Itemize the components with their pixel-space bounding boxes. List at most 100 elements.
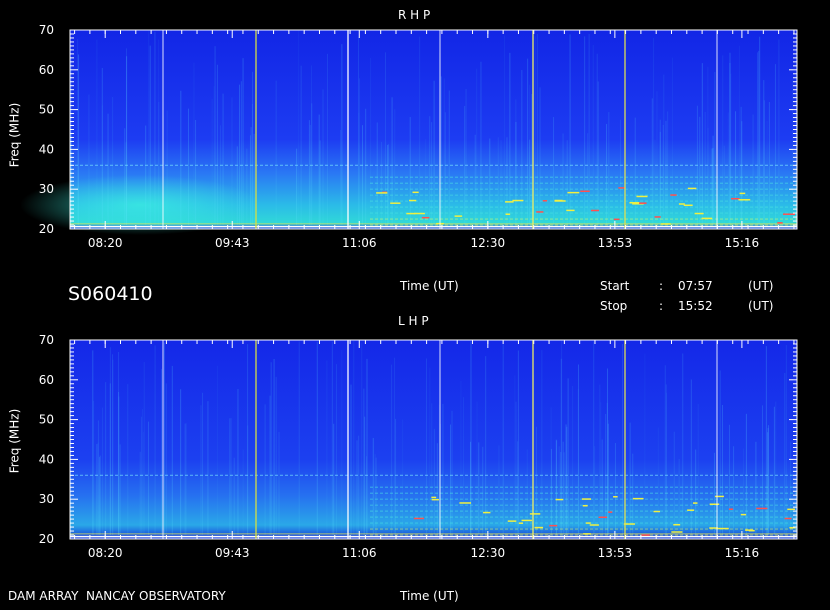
x-tick-label: 13:53 <box>598 546 633 560</box>
emission-spot <box>518 522 524 524</box>
y-tick-label: 70 <box>39 23 54 37</box>
x-tick-label: 12:30 <box>471 546 506 560</box>
emission-spot <box>566 209 575 212</box>
footer-credit: DAM ARRAY NANCAY OBSERVATORY <box>8 589 226 603</box>
emission-spot <box>654 216 661 218</box>
emission-spot <box>529 513 541 515</box>
emission-spot <box>738 199 751 201</box>
emission-spot <box>715 495 724 498</box>
emission-spot <box>591 209 600 212</box>
y-tick-label: 30 <box>39 492 54 506</box>
emission-spot <box>731 197 740 200</box>
emission-spot <box>687 509 695 511</box>
start-label: Start <box>600 279 630 293</box>
emission-spot <box>598 516 608 519</box>
emission-spot <box>632 497 644 500</box>
emission-spot <box>783 213 795 215</box>
emission-spot <box>512 199 524 202</box>
stop-time: 15:52 <box>678 299 713 313</box>
x-tick-label: 08:20 <box>88 236 123 250</box>
y-tick-label: 20 <box>39 222 54 236</box>
emission-spot <box>581 498 592 500</box>
rhp-xlabel: Time (UT) <box>400 279 459 293</box>
emission-spot <box>784 517 792 520</box>
emission-spot <box>717 527 729 530</box>
x-tick-label: 08:20 <box>88 546 123 560</box>
emission-spot <box>661 223 671 225</box>
emission-spot <box>777 222 783 224</box>
emission-spot <box>745 529 754 531</box>
stop-separator: : <box>659 299 664 313</box>
y-tick-label: 60 <box>39 373 54 387</box>
emission-spot <box>542 200 548 202</box>
start-separator: : <box>659 279 664 293</box>
emission-spot <box>580 190 590 193</box>
emission-spot <box>701 217 713 220</box>
emission-spot <box>555 498 564 501</box>
lhp-heatmap <box>70 340 797 539</box>
emission-spot <box>583 533 591 535</box>
emission-spot <box>376 192 388 194</box>
x-tick-label: 12:30 <box>471 236 506 250</box>
emission-spot <box>414 212 425 215</box>
emission-spot <box>589 524 599 526</box>
emission-spot <box>709 503 720 505</box>
emission-spot <box>483 511 491 514</box>
emission-spot <box>670 194 677 196</box>
emission-spot <box>549 524 558 527</box>
emission-spot <box>687 187 697 190</box>
lhp-ylabel: Freq (MHz) <box>7 408 22 474</box>
emission-spot <box>585 522 591 524</box>
x-tick-label: 11:06 <box>342 236 377 250</box>
emission-spot <box>567 191 580 194</box>
stop-unit: (UT) <box>748 299 774 313</box>
y-tick-label: 50 <box>39 103 54 117</box>
emission-spot <box>390 202 401 204</box>
emission-spot <box>683 204 693 207</box>
emission-spot <box>608 511 613 513</box>
emission-spot <box>618 187 625 189</box>
emission-spot <box>629 202 640 204</box>
emission-spot <box>639 202 647 204</box>
y-tick-label: 40 <box>39 142 54 156</box>
emission-spot <box>740 513 747 516</box>
x-tick-label: 13:53 <box>598 236 633 250</box>
emission-spot <box>756 507 768 510</box>
emission-spot <box>521 519 532 522</box>
emission-spot <box>431 496 437 499</box>
emission-spot <box>454 215 463 217</box>
observation-id: S060410 <box>68 283 153 305</box>
start-time: 07:57 <box>678 279 713 293</box>
x-tick-label: 11:06 <box>342 546 377 560</box>
y-tick-label: 30 <box>39 182 54 196</box>
emission-spot <box>728 508 734 510</box>
lhp-title: L H P <box>398 314 429 328</box>
y-tick-label: 60 <box>39 63 54 77</box>
emission-spot <box>613 218 620 221</box>
emission-spot <box>653 510 661 513</box>
emission-spot <box>421 216 430 219</box>
emission-spot <box>671 531 683 533</box>
start-unit: (UT) <box>748 279 774 293</box>
emission-spot <box>739 192 746 195</box>
y-tick-label: 70 <box>39 333 54 347</box>
emission-spot <box>431 498 439 501</box>
emission-spot <box>673 523 681 526</box>
emission-spot <box>536 211 544 213</box>
emission-spot <box>636 195 648 198</box>
emission-spot <box>694 212 704 215</box>
emission-spot <box>412 191 419 194</box>
emission-spot <box>413 517 424 520</box>
emission-spot <box>641 534 650 536</box>
rhp-title: R H P <box>398 8 431 22</box>
emission-spot <box>459 502 472 504</box>
emission-spot <box>505 213 511 215</box>
x-tick-label: 09:43 <box>215 236 250 250</box>
emission-spot <box>505 201 514 203</box>
rhp-panel: 20 30 40 50 60 70 08:20 09:43 11:06 12:30 13:53 15:… <box>20 23 798 250</box>
emission-spot <box>406 212 416 215</box>
emission-spot <box>554 200 566 202</box>
y-tick-label: 50 <box>39 413 54 427</box>
y-tick-label: 20 <box>39 532 54 546</box>
rhp-ylabel: Freq (MHz) <box>7 102 22 168</box>
